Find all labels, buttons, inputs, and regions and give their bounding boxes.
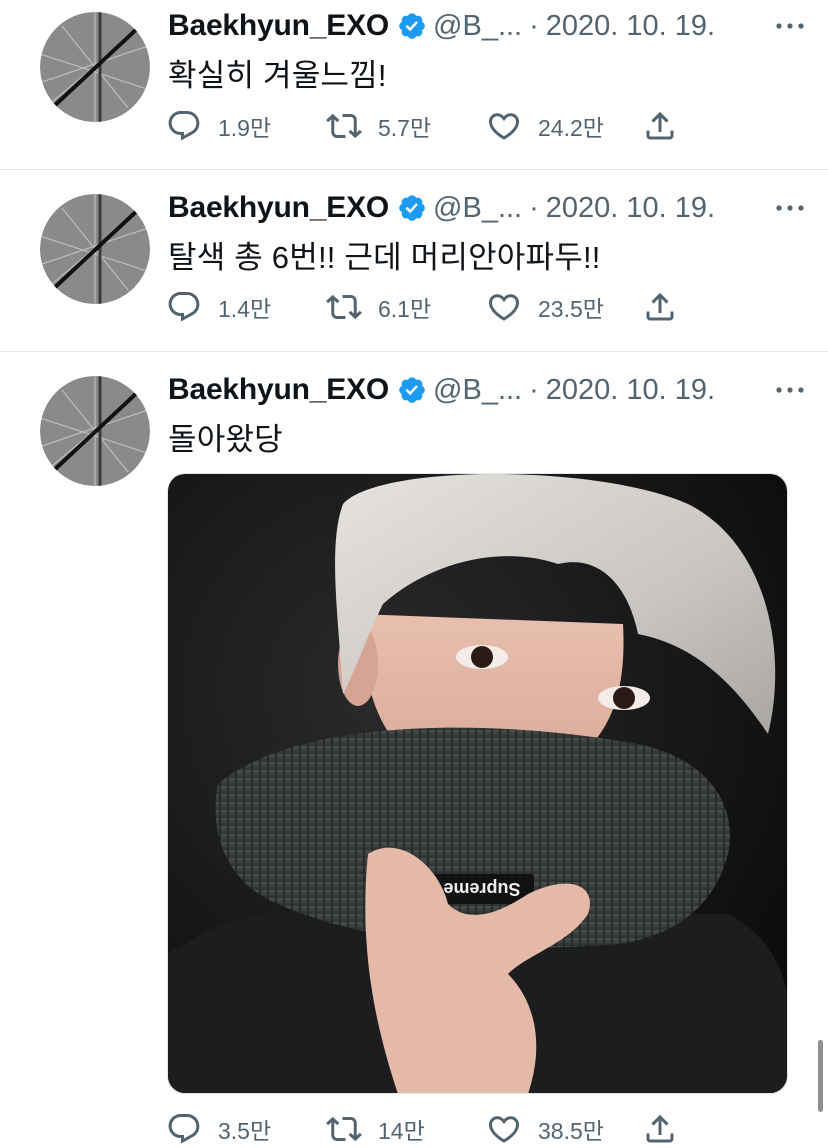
- separator-dot: ·: [529, 191, 539, 224]
- retweet-button[interactable]: 14만: [326, 1109, 425, 1148]
- tweet-text: 확실히 겨울느낌!: [168, 58, 387, 93]
- share-button[interactable]: [642, 106, 678, 146]
- share-button[interactable]: [642, 287, 678, 327]
- tweet-actions: 3.5만 14만 38.5만: [166, 1109, 706, 1148]
- retweet-icon: [326, 1116, 362, 1142]
- reply-icon: [168, 292, 200, 322]
- retweet-icon: [326, 294, 362, 320]
- share-button[interactable]: [642, 1109, 678, 1148]
- tweet-header: Baekhyun_EXO @B_... · 2020. 10. 19.: [168, 8, 810, 44]
- share-icon: [646, 111, 674, 140]
- reply-count: 1.4만: [218, 296, 272, 322]
- like-count: 38.5만: [538, 1118, 604, 1144]
- scrollbar[interactable]: [818, 1040, 823, 1112]
- retweet-count: 5.7만: [378, 115, 432, 141]
- like-count: 24.2만: [538, 115, 604, 141]
- tweet-date[interactable]: 2020. 10. 19.: [546, 192, 715, 225]
- retweet-icon: [326, 113, 362, 139]
- author-handle[interactable]: @B_...: [433, 10, 522, 43]
- separator-dot: ·: [529, 9, 539, 42]
- reply-count: 3.5만: [218, 1118, 272, 1144]
- retweet-count: 6.1만: [378, 296, 432, 322]
- reply-button[interactable]: 1.9만: [166, 106, 271, 146]
- tweet-header: Baekhyun_EXO @B_... · 2020. 10. 19.: [168, 372, 810, 408]
- tweet-text: 탈색 총 6번!! 근데 머리안아파두!!: [168, 240, 601, 275]
- avatar[interactable]: [40, 376, 150, 486]
- separator-dot: ·: [529, 373, 539, 406]
- author-name[interactable]: Baekhyun_EXO: [168, 373, 389, 407]
- tweet-text: 돌아왔당: [168, 422, 283, 457]
- beanie-label: Supreme: [443, 879, 520, 899]
- share-icon: [646, 1114, 674, 1143]
- reply-button[interactable]: 3.5만: [166, 1109, 271, 1148]
- more-icon[interactable]: [770, 196, 810, 220]
- like-button[interactable]: 24.2만: [486, 106, 604, 146]
- like-count: 23.5만: [538, 296, 604, 322]
- more-icon[interactable]: [770, 378, 810, 402]
- tweet[interactable]: Baekhyun_EXO @B_... · 2020. 10. 19. 확실히 …: [0, 0, 828, 170]
- verified-badge-icon: [399, 377, 425, 403]
- tweet-actions: 1.9만 5.7만 24.2만: [166, 106, 706, 146]
- like-button[interactable]: 38.5만: [486, 1109, 604, 1148]
- share-icon: [646, 292, 674, 321]
- author-name[interactable]: Baekhyun_EXO: [168, 191, 389, 225]
- like-button[interactable]: 23.5만: [486, 287, 604, 327]
- reply-icon: [168, 1114, 200, 1144]
- tweet-date[interactable]: 2020. 10. 19.: [546, 10, 715, 43]
- reply-button[interactable]: 1.4만: [166, 287, 271, 327]
- author-handle[interactable]: @B_...: [433, 192, 522, 225]
- heart-icon: [488, 1116, 520, 1143]
- tweet-header: Baekhyun_EXO @B_... · 2020. 10. 19.: [168, 190, 810, 226]
- author-name[interactable]: Baekhyun_EXO: [168, 9, 389, 43]
- retweet-button[interactable]: 5.7만: [326, 106, 431, 146]
- selfie-photo: Supreme: [168, 474, 787, 1093]
- reply-icon: [168, 111, 200, 141]
- more-icon[interactable]: [770, 14, 810, 38]
- heart-icon: [488, 294, 520, 321]
- tweet-feed: Baekhyun_EXO @B_... · 2020. 10. 19. 확실히 …: [0, 0, 828, 1148]
- tweet-date[interactable]: 2020. 10. 19.: [546, 374, 715, 407]
- avatar[interactable]: [40, 194, 150, 304]
- reply-count: 1.9만: [218, 115, 272, 141]
- verified-badge-icon: [399, 195, 425, 221]
- author-handle[interactable]: @B_...: [433, 374, 522, 407]
- verified-badge-icon: [399, 13, 425, 39]
- heart-icon: [488, 113, 520, 140]
- retweet-count: 14만: [378, 1118, 425, 1144]
- avatar[interactable]: [40, 12, 150, 122]
- tweet-actions: 1.4만 6.1만 23.5만: [166, 287, 706, 327]
- retweet-button[interactable]: 6.1만: [326, 287, 431, 327]
- tweet[interactable]: Baekhyun_EXO @B_... · 2020. 10. 19. 돌아왔당: [0, 352, 828, 1148]
- tweet-photo[interactable]: Supreme: [167, 473, 788, 1094]
- tweet[interactable]: Baekhyun_EXO @B_... · 2020. 10. 19. 탈색 총…: [0, 170, 828, 352]
